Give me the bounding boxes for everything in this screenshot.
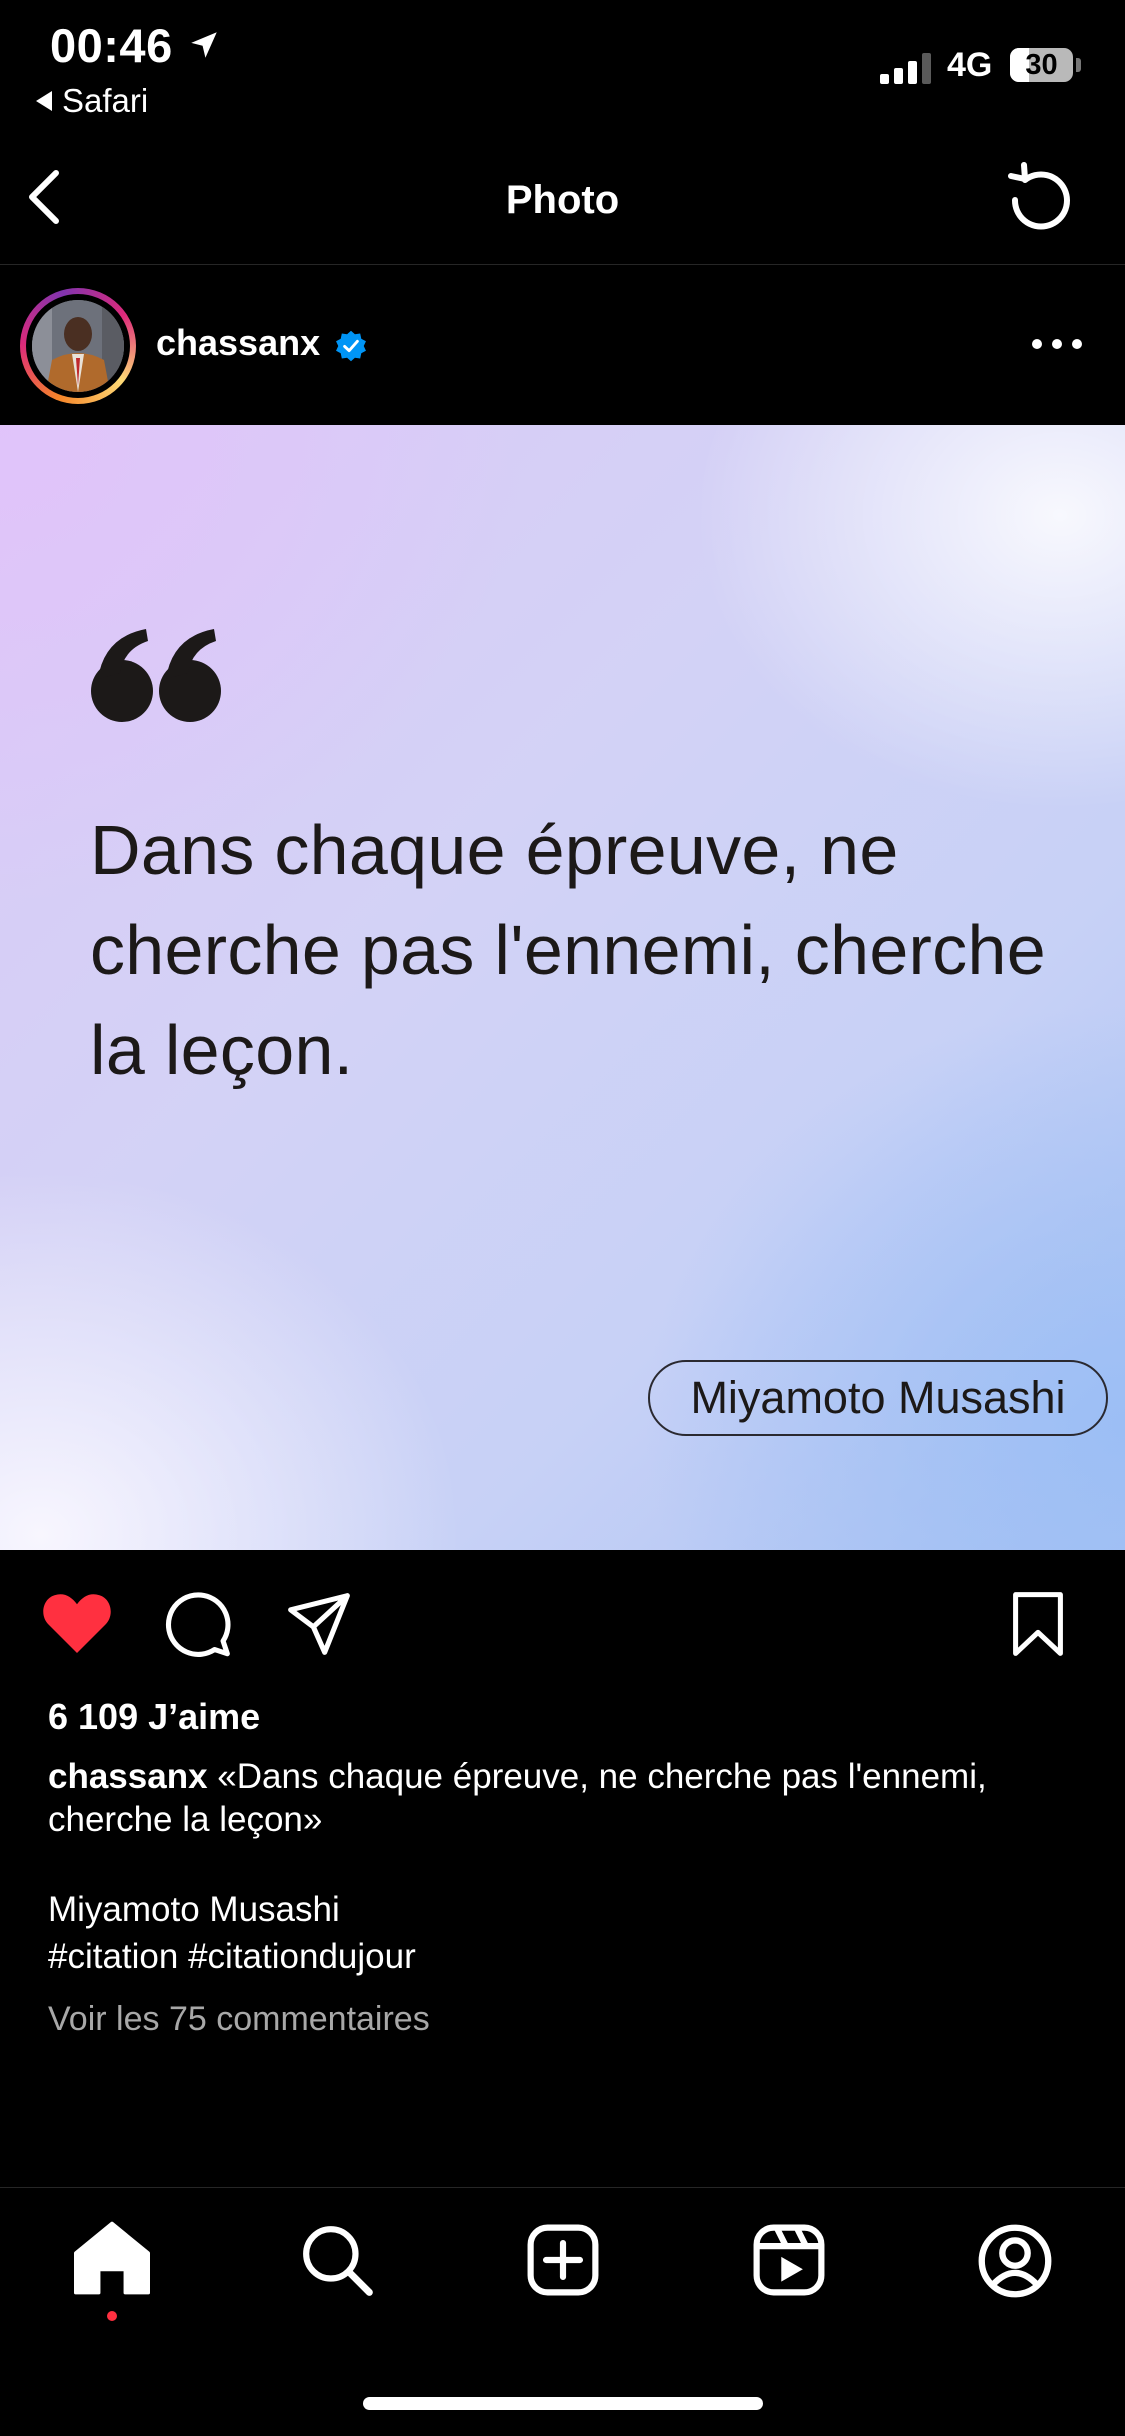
like-button[interactable] xyxy=(40,1590,114,1656)
verified-badge-icon xyxy=(334,329,368,363)
post-username[interactable]: chassanx xyxy=(156,322,320,364)
avatar[interactable] xyxy=(32,300,124,392)
header-divider xyxy=(0,264,1125,265)
likes-count[interactable]: 6 109 J’aime xyxy=(48,1696,260,1738)
caption-author: Miyamoto Musashi xyxy=(48,1890,340,1929)
back-triangle-icon xyxy=(36,91,52,111)
home-icon[interactable] xyxy=(72,2220,152,2296)
profile-icon[interactable] xyxy=(977,2223,1053,2299)
search-icon[interactable] xyxy=(300,2223,374,2297)
caption-username[interactable]: chassanx xyxy=(48,1757,208,1796)
create-icon[interactable] xyxy=(526,2223,600,2297)
battery-percent: 30 xyxy=(1025,49,1058,81)
network-type: 4G xyxy=(947,46,993,84)
location-arrow-icon xyxy=(187,28,221,62)
author-pill: Miyamoto Musashi xyxy=(648,1360,1108,1436)
back-app-label: Safari xyxy=(62,82,149,119)
comment-button[interactable] xyxy=(165,1590,233,1658)
home-notification-dot xyxy=(107,2311,117,2321)
status-time: 00:46 xyxy=(50,19,173,72)
quote-text: Dans chaque épreuve, ne cherche pas l'en… xyxy=(90,811,1046,1089)
save-bookmark-button[interactable] xyxy=(1010,1590,1066,1658)
post-image[interactable]: Dans chaque épreuve, ne cherche pas l'en… xyxy=(0,425,1125,1550)
view-comments-link[interactable]: Voir les 75 commentaires xyxy=(48,2000,430,2039)
battery-icon: 30 xyxy=(1010,48,1073,82)
tabbar-divider xyxy=(0,2187,1125,2188)
quote-mark-icon xyxy=(90,625,224,725)
home-indicator xyxy=(363,2397,763,2410)
battery-cap xyxy=(1076,58,1081,72)
caption: chassanx «Dans chaque épreuve, ne cherch… xyxy=(48,1755,1088,1841)
reels-icon[interactable] xyxy=(752,2223,826,2297)
caption-hashtags[interactable]: #citation #citationdujour xyxy=(48,1937,416,1977)
cellular-signal-icon xyxy=(880,52,934,84)
back-to-safari[interactable]: Safari xyxy=(36,82,148,120)
share-button[interactable] xyxy=(285,1590,353,1658)
more-options-button[interactable] xyxy=(1030,333,1084,355)
page-title: Photo xyxy=(505,178,620,222)
refresh-button[interactable] xyxy=(1003,160,1079,236)
